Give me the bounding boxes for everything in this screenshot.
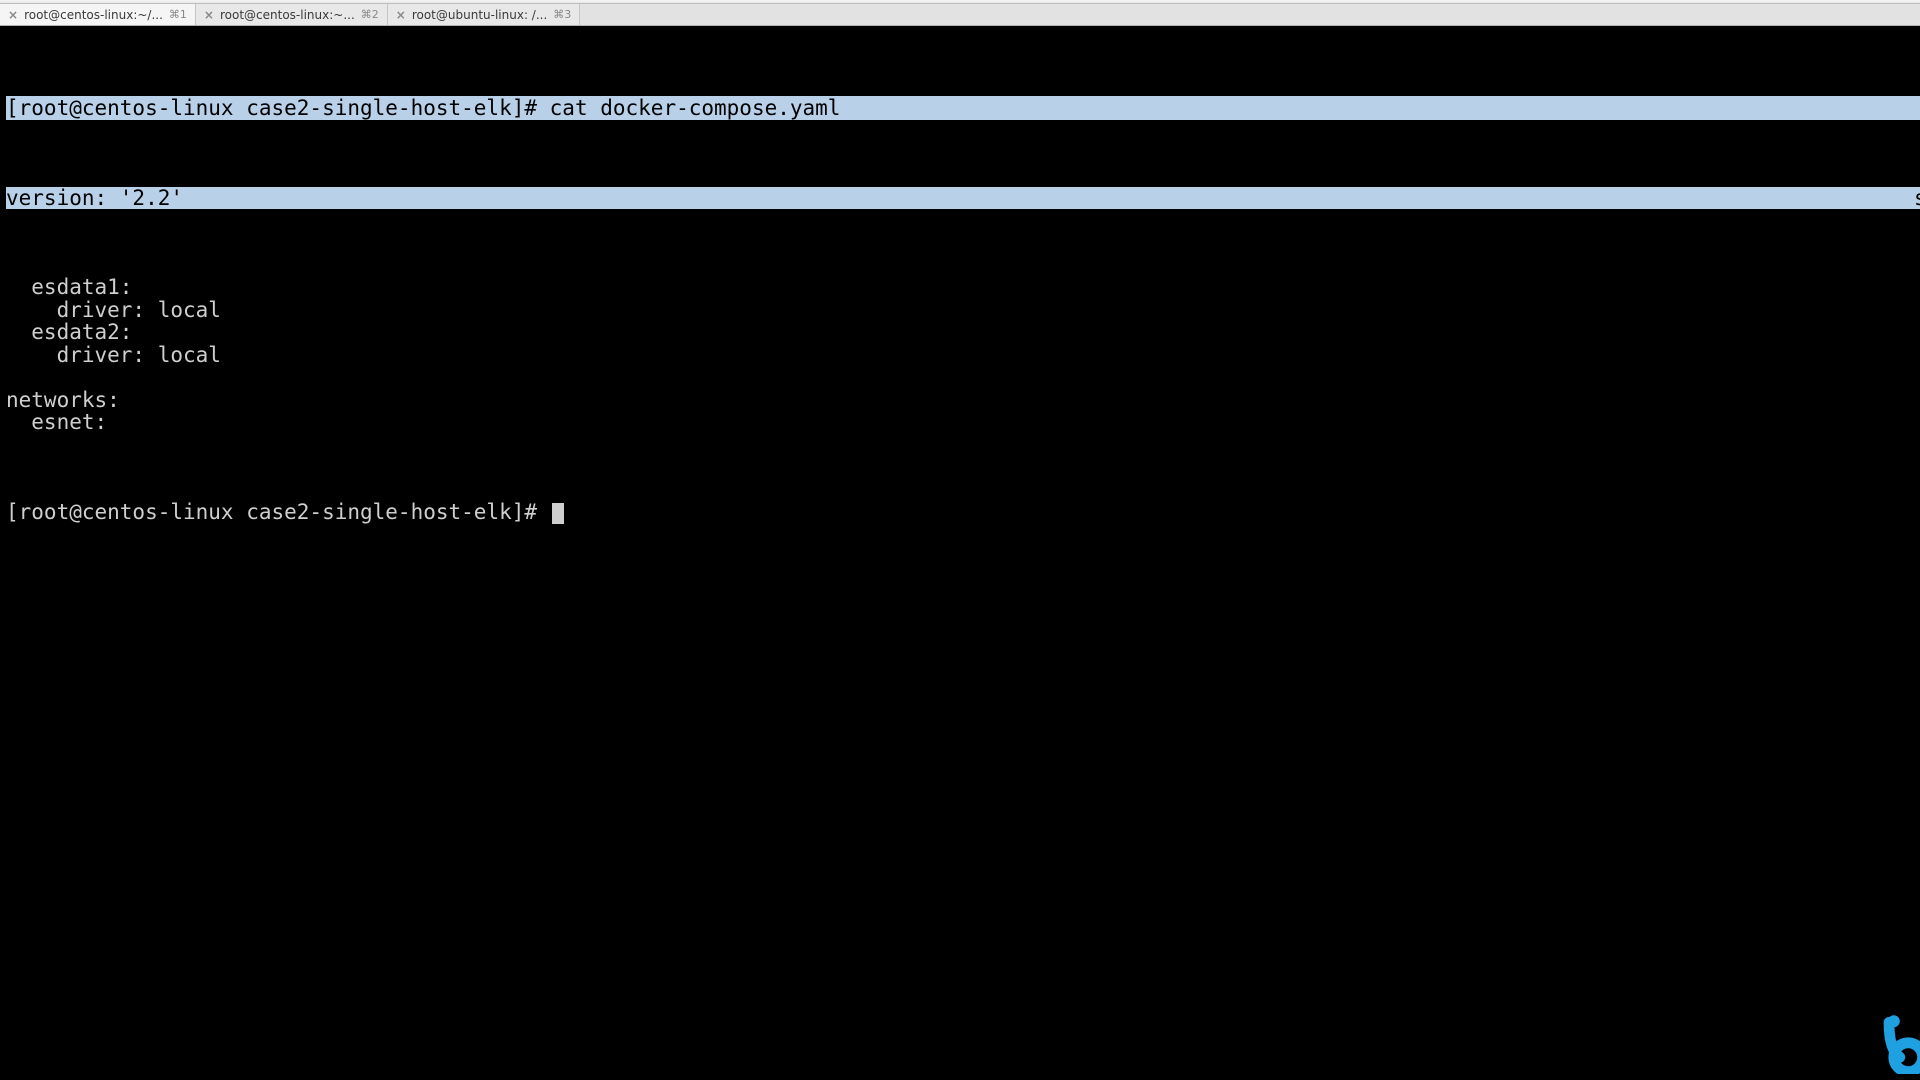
cursor-block	[552, 503, 564, 524]
shell-command: cat docker-compose.yaml	[550, 96, 841, 120]
output-line: esdata2:	[6, 321, 1914, 343]
tab-bar: × root@centos-linux:~/... ⌘1 × root@cent…	[0, 4, 1920, 26]
output-line: driver: local	[6, 344, 1914, 366]
terminal-tab-2[interactable]: × root@centos-linux:~... ⌘2	[196, 4, 388, 25]
output-line: version: '2.2'	[6, 187, 1914, 209]
logo-icon	[1871, 1014, 1920, 1074]
tab-label: root@centos-linux:~...	[220, 8, 355, 22]
output-tail: esdata1: driver: local esdata2: driver: …	[6, 276, 1914, 433]
terminal-viewport[interactable]: [root@centos-linux case2-single-host-elk…	[0, 26, 1920, 1080]
shell-prompt: [root@centos-linux case2-single-host-elk…	[6, 96, 550, 120]
terminal-tab-1[interactable]: × root@centos-linux:~/... ⌘1	[0, 4, 196, 25]
terminal-tab-3[interactable]: × root@ubuntu-linux: /... ⌘3	[388, 4, 581, 25]
output-line: esnet:	[6, 411, 1914, 433]
tab-label: root@centos-linux:~/...	[24, 8, 163, 22]
selected-output: version: '2.2'services: elasticsearch: i…	[6, 187, 1914, 209]
brand-logo	[1820, 992, 1880, 1052]
tab-label: root@ubuntu-linux: /...	[412, 8, 547, 22]
output-line: esdata1:	[6, 276, 1914, 298]
prompt-line-1: [root@centos-linux case2-single-host-elk…	[6, 97, 1914, 119]
prompt-line-2: [root@centos-linux case2-single-host-elk…	[6, 501, 1914, 524]
output-line: networks:	[6, 389, 1914, 411]
close-icon[interactable]: ×	[204, 8, 214, 22]
output-line: driver: local	[6, 299, 1914, 321]
close-icon[interactable]: ×	[396, 8, 406, 22]
tab-shortcut: ⌘1	[169, 8, 187, 21]
output-line: services:	[1914, 187, 1920, 209]
tab-shortcut: ⌘3	[553, 8, 571, 21]
output-line	[6, 366, 1914, 388]
close-icon[interactable]: ×	[8, 8, 18, 22]
shell-prompt: [root@centos-linux case2-single-host-elk…	[6, 500, 550, 524]
tab-shortcut: ⌘2	[361, 8, 379, 21]
